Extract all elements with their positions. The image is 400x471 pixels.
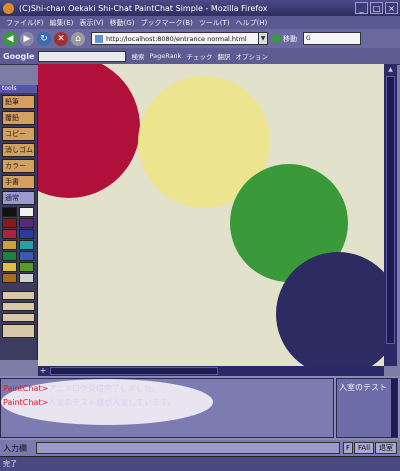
tool-overlay[interactable]: 覆鉛: [2, 111, 35, 125]
user-list[interactable]: 入室のテスト: [336, 378, 398, 438]
page-icon: [95, 35, 103, 43]
input-label: 入力欄: [3, 444, 27, 453]
chat-message-prefix: PaintChat>: [3, 398, 49, 407]
go-icon: [272, 34, 281, 43]
menu-file[interactable]: ファイル(F): [6, 18, 44, 28]
menu-view[interactable]: 表示(V): [79, 18, 103, 28]
google-search-button[interactable]: 検索: [131, 51, 144, 61]
red-circle-shape: [38, 64, 140, 198]
tool-color[interactable]: カラー: [2, 159, 35, 173]
chat-input-row: 入力欄 F FAll 退室: [0, 440, 400, 456]
canvas-horizontal-scrollbar[interactable]: [38, 366, 384, 376]
search-box[interactable]: G: [303, 32, 361, 45]
chat-input[interactable]: [36, 442, 340, 454]
leave-button[interactable]: 退室: [375, 442, 397, 454]
spellcheck-button[interactable]: チェック: [186, 51, 212, 61]
reload-icon[interactable]: ↻: [37, 31, 51, 46]
chat-message: PaintChat>アニメログ受信完了しました。: [3, 383, 160, 394]
minimize-button[interactable]: _: [355, 2, 368, 14]
menu-bar: ファイル(F) 編集(E) 表示(V) 移動(G) ブックマーク(B) ツール(…: [0, 16, 400, 29]
chat-area: PaintChat>アニメログ受信完了しました。 PaintChat>入室のテス…: [0, 376, 400, 440]
tool-panel: tools 鉛筆 覆鉛 コピー 消しゴム カラー 手書 通常: [0, 85, 38, 360]
translate-button[interactable]: 翻訳: [217, 51, 230, 61]
title-bar: (C)Shi-chan Oekaki Shi-Chat PaintChat Si…: [0, 0, 400, 16]
tool-slot[interactable]: [2, 291, 35, 300]
pagerank-indicator[interactable]: PageRank: [149, 52, 181, 60]
palette-swatch[interactable]: [2, 251, 17, 261]
options-button[interactable]: オプション: [235, 51, 268, 61]
url-text: http://localhost:8080/entrance normal.ht…: [106, 35, 247, 43]
close-button[interactable]: ×: [385, 2, 398, 14]
forward-arrow-icon[interactable]: ▶: [20, 31, 34, 46]
home-icon[interactable]: ⌂: [71, 31, 85, 46]
status-text: 完了: [3, 460, 17, 468]
url-bar[interactable]: http://localhost:8080/entrance normal.ht…: [91, 32, 259, 45]
fall-button[interactable]: FAll: [354, 442, 374, 454]
palette-swatch[interactable]: [2, 273, 17, 283]
stop-icon[interactable]: ✕: [54, 31, 68, 46]
tool-mode-normal[interactable]: 通常: [2, 191, 35, 205]
palette-swatch[interactable]: [2, 207, 17, 217]
canvas-vertical-scrollbar[interactable]: ▲: [384, 64, 397, 366]
navigation-toolbar: ◀ ▶ ↻ ✕ ⌂ http://localhost:8080/entrance…: [0, 29, 400, 48]
drawing-canvas[interactable]: [38, 64, 384, 366]
tool-slot[interactable]: [2, 302, 35, 311]
user-list-item[interactable]: 入室のテスト: [337, 379, 397, 396]
chat-message-text: 入室のテスト様が入室しています。: [48, 398, 176, 407]
tool-freehand[interactable]: 手書: [2, 175, 35, 189]
palette-swatch[interactable]: [2, 229, 17, 239]
chat-message: PaintChat>入室のテスト様が入室しています。: [3, 397, 175, 408]
chat-log[interactable]: PaintChat>アニメログ受信完了しました。 PaintChat>入室のテス…: [0, 378, 334, 438]
palette-swatch[interactable]: [19, 229, 34, 239]
menu-help[interactable]: ヘルプ(H): [236, 18, 268, 28]
menu-tools[interactable]: ツール(T): [199, 18, 230, 28]
tool-eraser[interactable]: 消しゴム: [2, 143, 35, 157]
palette-swatch[interactable]: [19, 262, 34, 272]
go-label: 移動: [283, 34, 297, 43]
google-logo[interactable]: Google: [3, 52, 34, 61]
palette-swatch[interactable]: [2, 262, 17, 272]
google-search-input[interactable]: [38, 50, 127, 62]
tool-copy[interactable]: コピー: [2, 127, 35, 141]
palette-swatch[interactable]: [2, 240, 17, 250]
status-bar: 完了: [0, 456, 400, 471]
palette-swatch[interactable]: [19, 207, 34, 217]
back-arrow-icon[interactable]: ◀: [3, 31, 17, 46]
vertical-scroll-thumb[interactable]: [386, 76, 395, 344]
url-dropdown-icon[interactable]: ▼: [259, 32, 268, 45]
zoom-plus-icon[interactable]: +: [38, 366, 48, 376]
palette-swatch[interactable]: [19, 251, 34, 261]
f-button[interactable]: F: [343, 442, 353, 454]
menu-bookmarks[interactable]: ブックマーク(B): [141, 18, 193, 28]
browser-window: (C)Shi-chan Oekaki Shi-Chat PaintChat Si…: [0, 0, 400, 471]
tool-pencil[interactable]: 鉛筆: [2, 95, 35, 109]
chat-message-prefix: PaintChat>: [3, 384, 49, 393]
palette-swatch[interactable]: [2, 218, 17, 228]
go-button[interactable]: 移動: [272, 34, 297, 44]
size-stepper[interactable]: [2, 324, 35, 338]
horizontal-scroll-thumb[interactable]: [50, 367, 218, 375]
menu-edit[interactable]: 編集(E): [50, 18, 74, 28]
palette-swatch[interactable]: [19, 273, 34, 283]
window-title: (C)Shi-chan Oekaki Shi-Chat PaintChat Si…: [19, 3, 268, 13]
palette-swatch[interactable]: [19, 218, 34, 228]
scroll-up-icon[interactable]: ▲: [386, 66, 395, 74]
google-toolbar: Google 検索 PageRank チェック 翻訳 オプション: [0, 48, 400, 65]
menu-go[interactable]: 移動(G): [110, 18, 135, 28]
tool-slot[interactable]: [2, 313, 35, 322]
maximize-button[interactable]: □: [370, 2, 383, 14]
tool-panel-header: tools: [0, 85, 37, 93]
firefox-icon: [3, 2, 14, 14]
palette-swatch[interactable]: [19, 240, 34, 250]
user-list-scrollbar[interactable]: [391, 379, 397, 437]
chat-message-text: アニメログ受信完了しました。: [48, 384, 161, 393]
